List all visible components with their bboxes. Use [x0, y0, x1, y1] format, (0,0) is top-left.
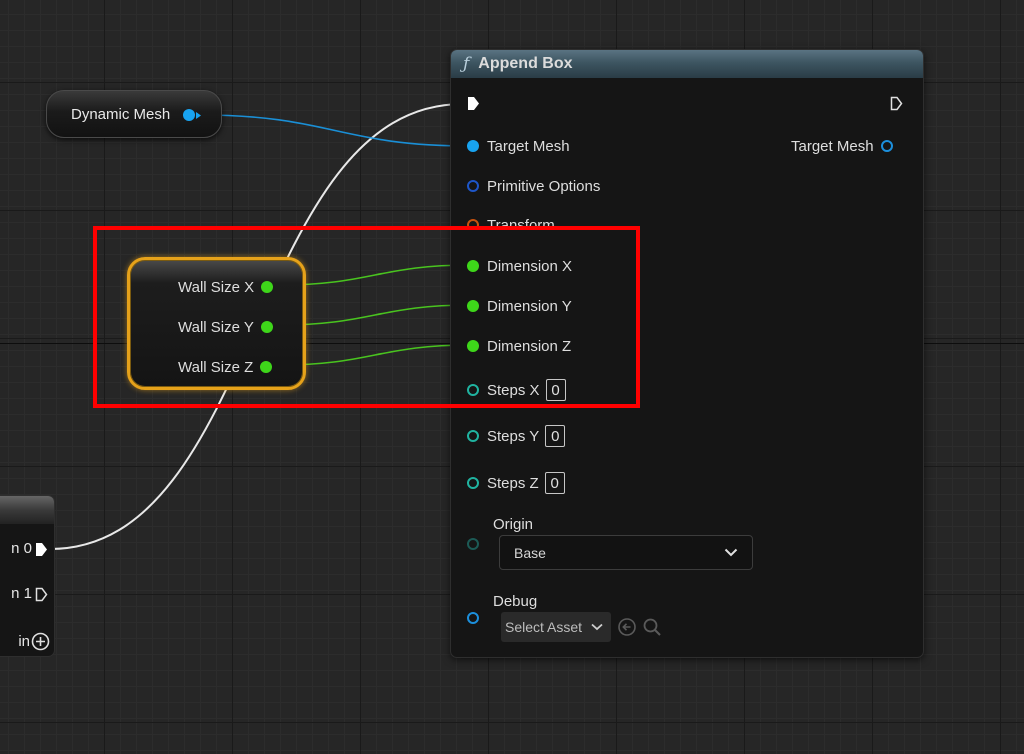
add-pin-icon[interactable] — [31, 632, 50, 651]
steps-x-pin[interactable] — [467, 384, 479, 396]
dimension-x-wire — [279, 264, 471, 286]
dimension-y-wire — [279, 304, 471, 326]
left-node-add-label: in — [18, 633, 30, 650]
wall-size-y-row: Wall Size Y — [178, 317, 281, 337]
origin-label: Origin — [493, 516, 534, 533]
target-mesh-input-pin[interactable] — [467, 140, 479, 152]
browse-arrow-icon[interactable] — [617, 617, 637, 637]
left-node-pin-1-label: n 1 — [11, 585, 32, 602]
dimension-x-pin[interactable] — [467, 260, 479, 272]
dimension-z-pin[interactable] — [467, 340, 479, 352]
steps-x-row[interactable]: Steps X 0 — [467, 378, 566, 402]
wall-size-y-pin[interactable] — [260, 321, 273, 333]
transform-label: Transform — [487, 217, 555, 230]
steps-x-label: Steps X — [487, 381, 540, 399]
steps-z-input[interactable]: 0 — [544, 472, 565, 494]
append-box-header[interactable]: ƒ Append Box — [451, 50, 923, 78]
target-mesh-wire — [199, 114, 471, 147]
wall-size-z-pin[interactable] — [260, 361, 273, 373]
wall-size-x-pin[interactable] — [261, 281, 274, 293]
debug-pin[interactable] — [467, 612, 479, 624]
steps-z-row[interactable]: Steps Z 0 — [467, 471, 565, 495]
steps-z-label: Steps Z — [487, 474, 539, 492]
dynamic-mesh-label: Dynamic Mesh — [71, 106, 171, 123]
primitive-options-pin[interactable] — [467, 180, 479, 192]
steps-y-input[interactable]: 0 — [545, 425, 566, 447]
dimension-z-wire — [279, 344, 471, 366]
wall-size-z-row: Wall Size Z — [178, 357, 280, 377]
target-mesh-output-row[interactable]: Target Mesh — [791, 136, 893, 156]
function-icon: ƒ — [463, 54, 470, 74]
target-mesh-input-row[interactable]: Target Mesh — [467, 136, 570, 156]
target-mesh-output-label: Target Mesh — [791, 137, 874, 155]
origin-pin[interactable] — [467, 538, 479, 550]
dimension-y-pin[interactable] — [467, 300, 479, 312]
origin-dropdown[interactable]: Base — [499, 535, 753, 570]
dimension-y-label: Dimension Y — [487, 297, 572, 315]
transform-row[interactable]: Transform — [467, 216, 555, 230]
dimension-x-label: Dimension X — [487, 257, 573, 275]
primitive-options-label: Primitive Options — [487, 177, 601, 195]
target-mesh-output-pin[interactable] — [880, 140, 893, 152]
chevron-down-icon — [591, 623, 603, 631]
wall-size-x-label: Wall Size X — [178, 278, 255, 296]
steps-y-label: Steps Y — [487, 427, 540, 445]
primitive-options-row[interactable]: Primitive Options — [467, 176, 600, 196]
wall-size-z-label: Wall Size Z — [178, 358, 254, 376]
transform-pin[interactable] — [467, 219, 479, 230]
search-icon[interactable] — [642, 617, 662, 637]
steps-y-row[interactable]: Steps Y 0 — [467, 424, 566, 448]
debug-asset-label: Select Asset — [505, 619, 583, 635]
dimension-x-row[interactable]: Dimension X — [467, 256, 572, 276]
left-partial-node[interactable]: n 0 n 1 in — [0, 495, 55, 657]
exec-in-pin-icon[interactable] — [467, 96, 480, 111]
steps-x-input[interactable]: 0 — [545, 379, 566, 401]
dynamic-mesh-node[interactable]: Dynamic Mesh — [46, 90, 222, 138]
exec-pin-icon[interactable] — [35, 542, 48, 557]
wall-size-y-label: Wall Size Y — [178, 318, 254, 336]
pin-arrow-icon — [196, 112, 201, 119]
wall-size-node[interactable]: Wall Size X Wall Size Y Wall Size Z — [127, 257, 306, 390]
dimension-z-label: Dimension Z — [487, 337, 572, 355]
chevron-down-icon — [724, 548, 738, 557]
left-node-header — [0, 496, 54, 524]
dimension-y-row[interactable]: Dimension Y — [467, 296, 572, 316]
dimension-z-row[interactable]: Dimension Z — [467, 336, 571, 356]
debug-label: Debug — [493, 593, 538, 610]
steps-y-pin[interactable] — [467, 430, 479, 442]
wall-size-x-row: Wall Size X — [178, 277, 281, 297]
exec-pin-icon[interactable] — [35, 587, 48, 602]
append-box-title: Append Box — [478, 55, 573, 72]
dynamic-mesh-output-pin[interactable] — [183, 109, 195, 121]
target-mesh-input-label: Target Mesh — [487, 137, 570, 155]
left-node-pin-0-label: n 0 — [11, 540, 32, 557]
exec-out-pin-icon[interactable] — [890, 96, 903, 111]
debug-asset-picker[interactable]: Select Asset — [501, 612, 611, 642]
origin-selected-value: Base — [514, 544, 546, 561]
steps-z-pin[interactable] — [467, 477, 479, 489]
